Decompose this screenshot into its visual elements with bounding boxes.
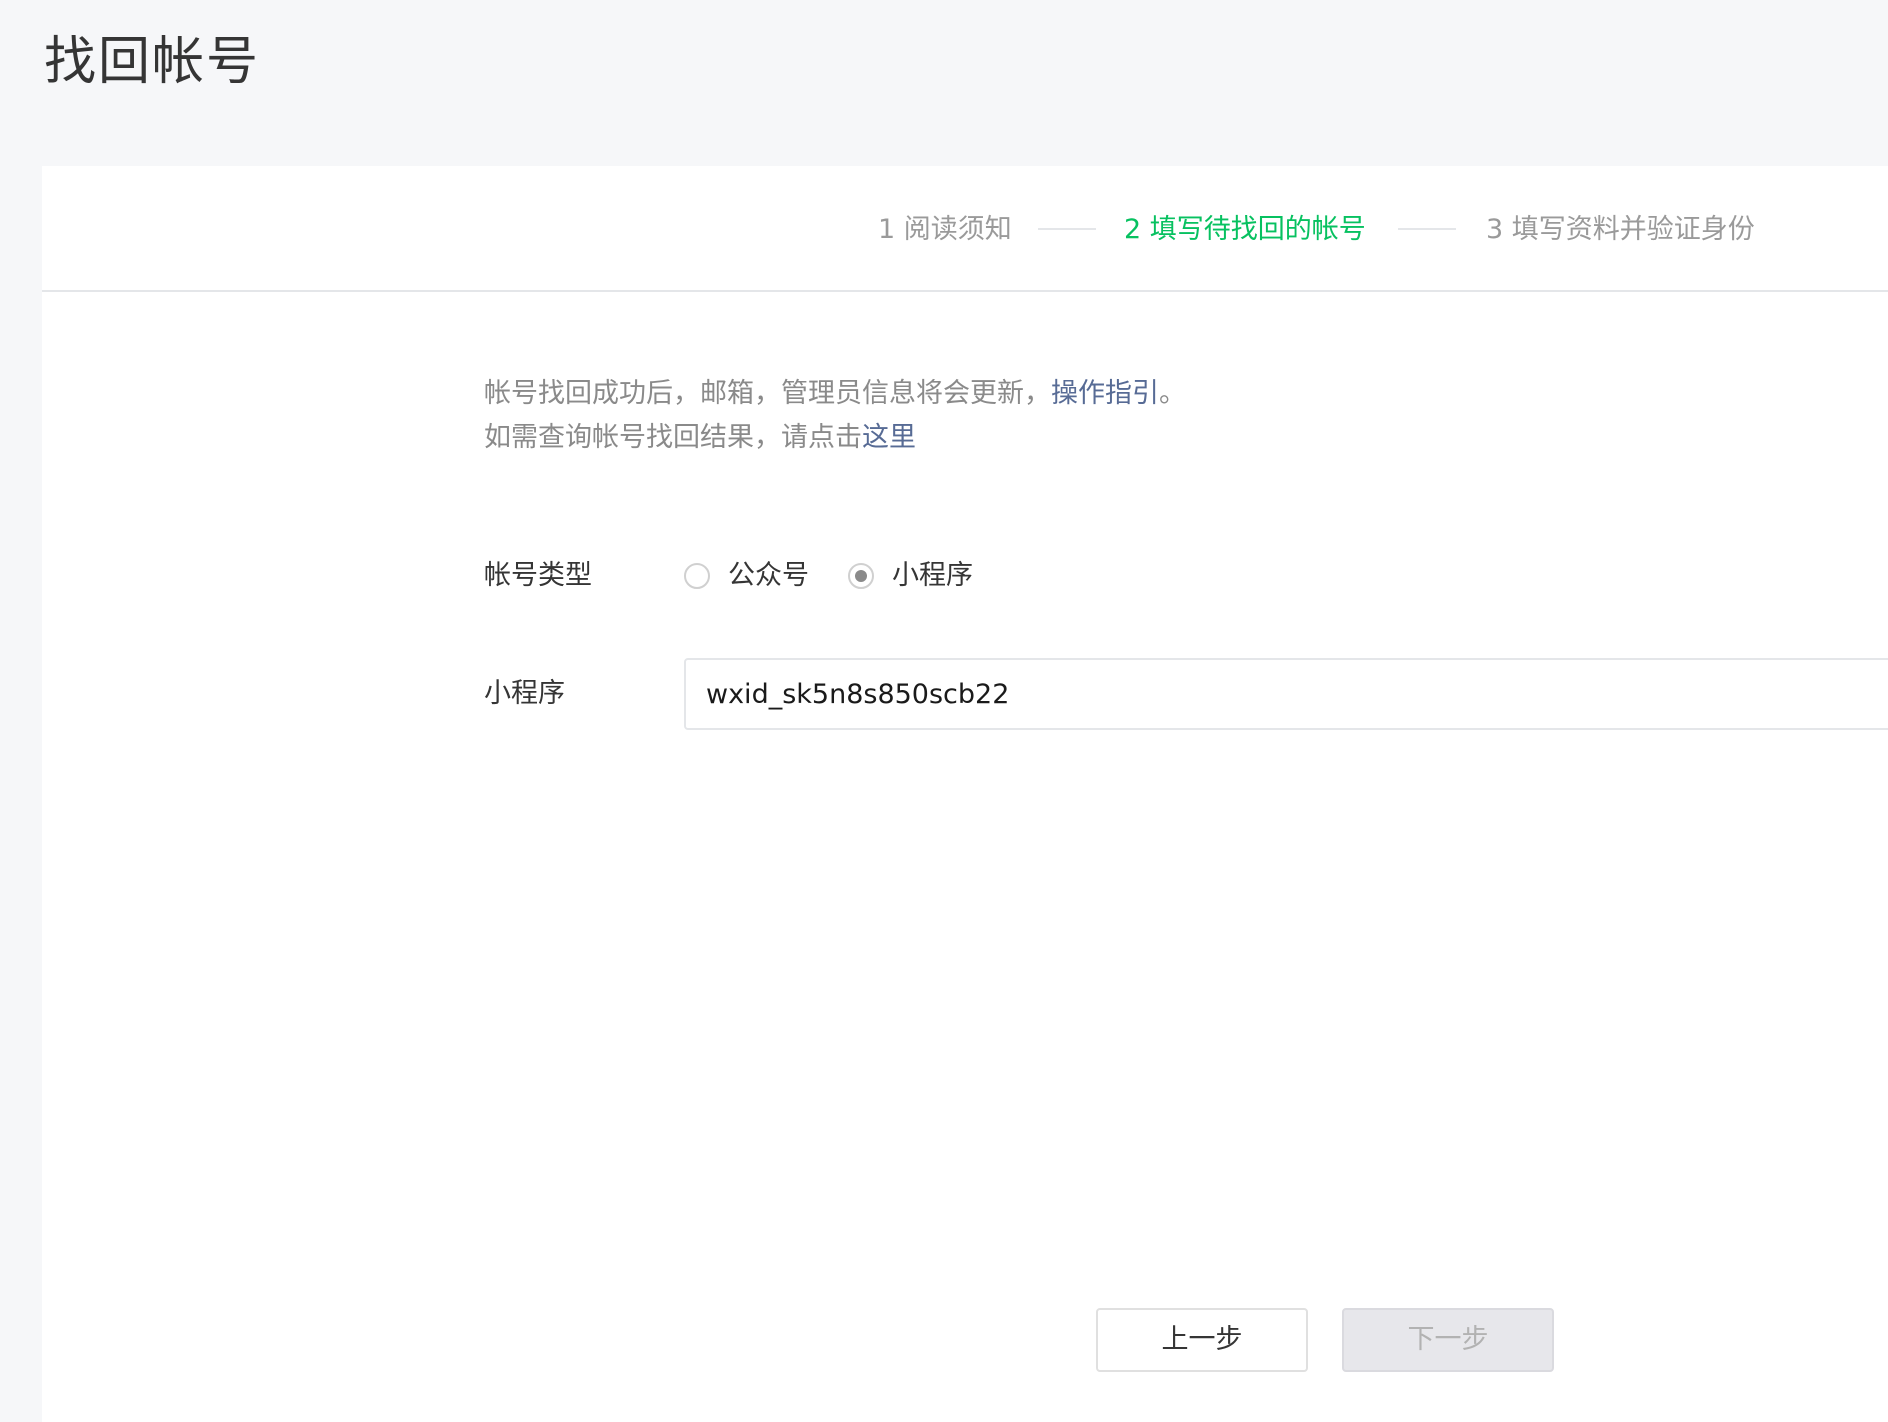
step-2-fill-account: 2 填写待找回的帐号 xyxy=(1124,214,1366,245)
account-type-row: 帐号类型 公众号 小程序 xyxy=(484,556,1888,596)
step-1-read-notice: 1 阅读须知 xyxy=(878,214,1012,245)
query-result-link[interactable]: 这里 xyxy=(862,422,916,453)
step-divider xyxy=(1398,228,1456,230)
notice-line-2: 如需查询帐号找回结果，请点击这里 xyxy=(484,416,1186,460)
radio-official-account-circle[interactable] xyxy=(684,563,710,589)
account-type-label: 帐号类型 xyxy=(484,560,592,591)
previous-step-button[interactable]: 上一步 xyxy=(1096,1308,1308,1372)
radio-official-account[interactable]: 公众号 xyxy=(684,556,809,596)
notice-line-1-end: 。 xyxy=(1159,378,1186,409)
radio-mini-program-circle[interactable] xyxy=(848,563,874,589)
page-title: 找回帐号 xyxy=(44,32,261,92)
radio-mini-program-label: 小程序 xyxy=(892,560,973,591)
account-input-row: 小程序 xyxy=(484,658,1888,730)
notice-line-1: 帐号找回成功后，邮箱，管理员信息将会更新，操作指引。 xyxy=(484,372,1186,416)
mini-program-id-input[interactable] xyxy=(684,658,1888,730)
step-divider xyxy=(1038,228,1096,230)
notice-line-2-text: 如需查询帐号找回结果，请点击 xyxy=(484,422,862,453)
radio-mini-program[interactable]: 小程序 xyxy=(848,556,973,596)
next-step-button[interactable]: 下一步 xyxy=(1342,1308,1554,1372)
mini-program-label: 小程序 xyxy=(484,678,565,709)
step-3-verify-identity: 3 填写资料并验证身份 xyxy=(1486,214,1755,245)
notice-line-1-text: 帐号找回成功后，邮箱，管理员信息将会更新， xyxy=(484,378,1051,409)
notice-text: 帐号找回成功后，邮箱，管理员信息将会更新，操作指引。 如需查询帐号找回结果，请点… xyxy=(484,372,1186,460)
operation-guide-link[interactable]: 操作指引 xyxy=(1051,378,1159,409)
main-card: 1 阅读须知 2 填写待找回的帐号 3 填写资料并验证身份 帐号找回成功后，邮箱… xyxy=(42,166,1888,1422)
steps-bar: 1 阅读须知 2 填写待找回的帐号 3 填写资料并验证身份 xyxy=(42,166,1888,292)
radio-official-account-label: 公众号 xyxy=(728,560,809,591)
